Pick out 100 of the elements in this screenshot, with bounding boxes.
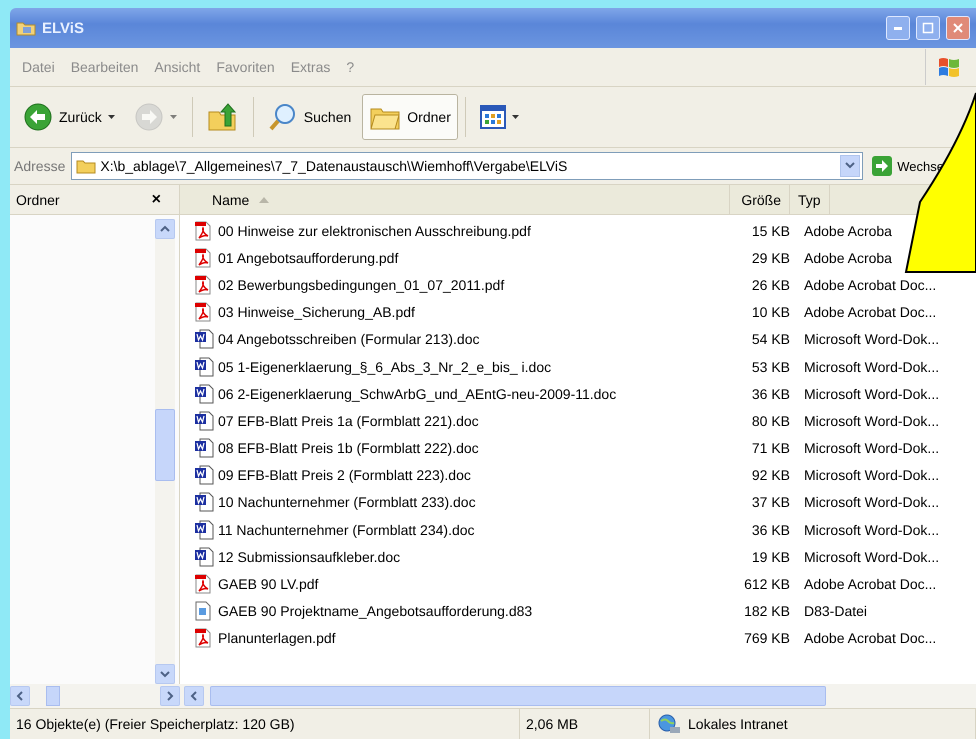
file-type: Microsoft Word-Dok... (803, 412, 940, 429)
word-document-icon (194, 329, 214, 350)
file-size: 80 KB (750, 412, 790, 429)
folders-button[interactable]: Ordner (362, 94, 458, 140)
horizontal-scrollbar[interactable] (180, 684, 976, 708)
close-button[interactable] (946, 16, 970, 40)
status-size: 2,06 MB (526, 716, 578, 732)
vertical-scrollbar[interactable] (155, 219, 175, 684)
file-name: 01 Angebotsaufforderung.pdf (217, 250, 400, 266)
file-name: 07 EFB-Blatt Preis 1a (Formblatt 221).doc (217, 412, 480, 429)
caret-icon (512, 114, 520, 120)
file-size: 19 KB (750, 548, 790, 565)
back-button[interactable]: Zurück (16, 94, 123, 140)
column-header[interactable]: Größe (730, 185, 790, 214)
scroll-thumb[interactable] (155, 409, 175, 481)
zone-text: Lokales Intranet (688, 716, 788, 732)
file-size: 37 KB (750, 494, 790, 510)
file-icon (194, 601, 212, 622)
column-header[interactable]: Name (204, 185, 730, 214)
file-size: 26 KB (750, 276, 790, 293)
file-name: 12 Submissionsaufkleber.doc (217, 548, 402, 565)
file-name: 00 Hinweise zur elektronischen Ausschreibung.pdf (217, 222, 532, 239)
file-name: 02 Bewerbungsbedingungen_01_07_2011.pdf (217, 276, 506, 293)
file-type: D83-Datei (803, 603, 868, 620)
window-title: ELViS (42, 20, 85, 36)
chevron-left-icon (190, 691, 198, 701)
pdf-file-icon (194, 248, 212, 268)
scroll-up-button[interactable] (155, 219, 175, 239)
file-name: Planunterlagen.pdf (217, 630, 337, 646)
scroll-left-button[interactable] (184, 686, 204, 706)
file-size: 769 KB (743, 630, 790, 646)
file-name: 08 EFB-Blatt Preis 1b (Formblatt 222).doc (217, 440, 480, 456)
scroll-left-button[interactable] (10, 686, 30, 706)
word-document-icon (194, 356, 214, 377)
file-size: 182 KB (743, 603, 790, 620)
word-document-icon (194, 546, 214, 567)
file-name: 04 Angebotsschreiben (Formular 213).doc (217, 331, 480, 348)
word-document-icon (194, 410, 214, 431)
pdf-file-icon (194, 220, 212, 241)
pdf-file-icon (194, 302, 212, 322)
caret-icon (108, 114, 116, 120)
address-label: Adresse (14, 158, 66, 174)
scroll-thumb[interactable] (46, 686, 60, 706)
file-name: 10 Nachunternehmer (Formblatt 233).doc (217, 494, 477, 510)
file-type: Adobe Acroba (803, 250, 893, 266)
pdf-file-icon (194, 574, 212, 594)
file-name: 05 1-Eigenerklaerung_§_6_Abs_3_Nr_2_e_bis_ i.doc (217, 358, 552, 375)
file-type: Adobe Acroba (803, 222, 893, 239)
folder-up-icon (206, 102, 239, 132)
file-size: 53 KB (750, 358, 790, 375)
search-icon (268, 102, 298, 132)
file-type: Microsoft Word-Dok... (803, 494, 940, 510)
search-button[interactable]: Suchen (260, 94, 358, 140)
file-size: 92 KB (750, 467, 790, 484)
file-name: 09 EFB-Blatt Preis 2 (Formblatt 223).doc (217, 467, 472, 484)
file-name: 06 2-Eigenerklaerung_SchwArbG_und_AEntG-neu-2009-11.doc (217, 386, 618, 402)
minimize-button[interactable] (886, 16, 910, 40)
close-icon (952, 22, 964, 34)
folder-icon (76, 158, 96, 174)
file-type: Microsoft Word-Dok... (803, 548, 940, 565)
chevron-down-icon (845, 162, 856, 170)
horizontal-scrollbar[interactable] (10, 684, 180, 708)
pdf-file-icon (194, 274, 212, 295)
scroll-right-button[interactable] (160, 686, 180, 706)
close-pane-button[interactable]: × (148, 190, 165, 208)
word-document-icon (194, 438, 214, 458)
file-type: Microsoft Word-Dok... (803, 358, 940, 375)
file-type: Microsoft Word-Dok... (803, 440, 940, 456)
column-header[interactable]: Typ (790, 185, 830, 214)
file-size: 71 KB (750, 440, 790, 456)
file-type: Microsoft Word-Dok... (803, 467, 940, 484)
chevron-up-icon (160, 225, 170, 233)
address-field[interactable]: X:\b_ablage\7_Allgemeines\7_7_Datenaustausch\Wiemhoff\Vergabe\ELViS (71, 152, 864, 180)
caret-icon (170, 114, 178, 120)
flag-logo (937, 56, 961, 78)
scroll-thumb[interactable] (210, 686, 826, 706)
file-type: Adobe Acrobat Doc... (803, 276, 938, 293)
status-text: 16 Objekte(e) (Freier Speicherplatz: 120 GB) (16, 716, 295, 732)
file-size: 29 KB (750, 250, 790, 266)
file-name: 03 Hinweise_Sicherung_AB.pdf (217, 304, 416, 320)
minimize-icon (894, 26, 902, 30)
file-name: 11 Nachunternehmer (Formblatt 234).doc (217, 522, 476, 538)
file-type: Adobe Acrobat Doc... (803, 630, 938, 646)
sort-arrow-icon (259, 196, 270, 202)
chevron-right-icon (166, 691, 174, 701)
file-type: Microsoft Word-Dok... (803, 522, 940, 538)
maximize-icon (922, 22, 934, 34)
chevron-left-icon (16, 691, 24, 701)
dropdown-button[interactable] (840, 155, 860, 177)
file-type: Adobe Acrobat Doc... (803, 304, 938, 320)
file-size: 54 KB (750, 331, 790, 348)
file-size: 36 KB (750, 386, 790, 402)
file-size: 10 KB (750, 304, 790, 320)
file-size: 36 KB (750, 522, 790, 538)
maximize-button[interactable] (916, 16, 940, 40)
file-name: GAEB 90 LV.pdf (217, 576, 320, 592)
scroll-down-button[interactable] (155, 664, 175, 684)
word-document-icon (194, 384, 214, 404)
views-grid-icon (480, 105, 506, 129)
file-type: Microsoft Word-Dok... (803, 386, 940, 402)
